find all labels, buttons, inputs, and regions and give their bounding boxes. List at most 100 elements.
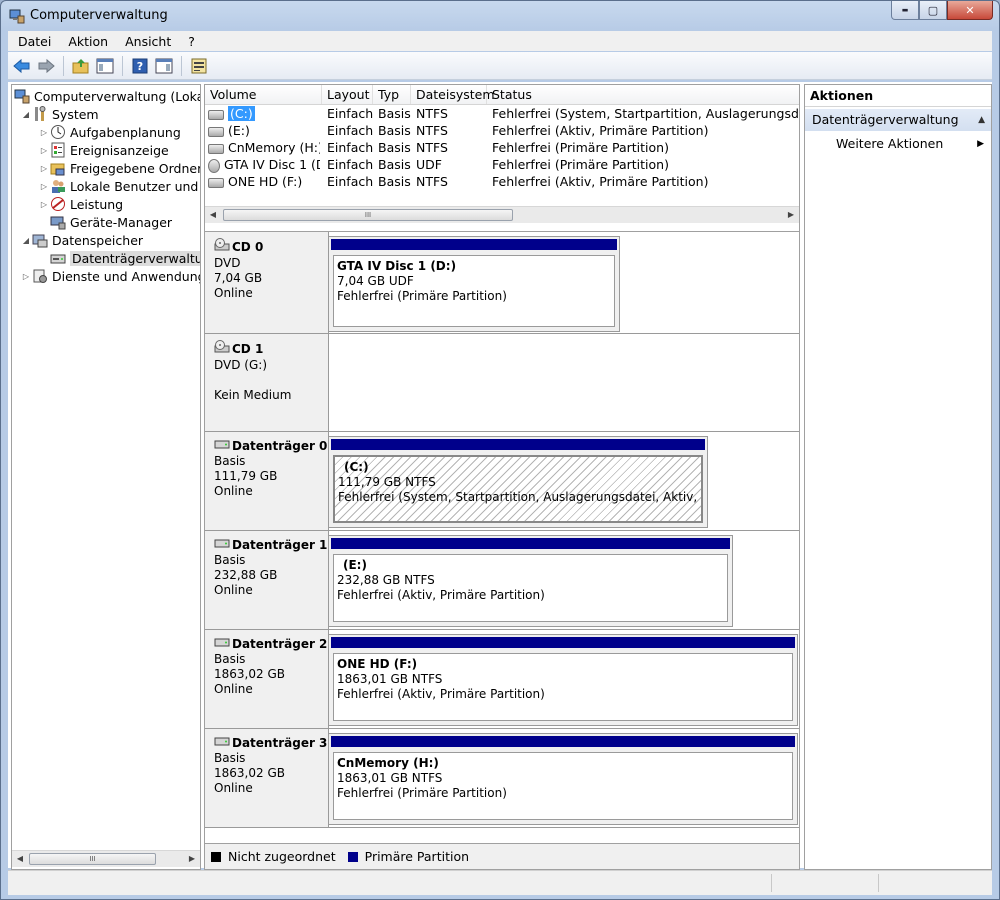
properties-button[interactable] (189, 56, 209, 76)
column-header-dateisystem[interactable]: Dateisystem (411, 85, 495, 104)
tree-item-computerverwaltung[interactable]: Computerverwaltung (Lokal) (14, 87, 200, 105)
disk-graphical-view: CD 0 DVD 7,04 GB Online GTA IV Disc 1 (D… (205, 231, 799, 844)
disk-row-disk0[interactable]: Datenträger 0 Basis 111,79 GB Online (C:… (205, 432, 799, 531)
collapsed-arrow-icon[interactable]: ▷ (20, 272, 32, 281)
tree-item-dienste[interactable]: ▷ Dienste und Anwendungen (20, 267, 200, 285)
forward-button[interactable] (36, 56, 56, 76)
show-hide-tree-button[interactable] (95, 56, 115, 76)
table-row[interactable]: GTA IV Disc 1 (D:) Einfach Basis UDF Feh… (205, 156, 799, 173)
disk-row-cd1[interactable]: CD 1 DVD (G:) Kein Medium (205, 334, 799, 432)
column-header-status[interactable]: Status (487, 85, 799, 104)
expanded-arrow-icon[interactable]: ◢ (20, 236, 32, 245)
partition-e[interactable]: (E:) 232,88 GB NTFS Fehlerfrei (Aktiv, P… (328, 535, 733, 627)
partition-details[interactable]: (E:) 232,88 GB NTFS Fehlerfrei (Aktiv, P… (333, 554, 728, 622)
tree-item-leistung[interactable]: ▷ Leistung (38, 195, 123, 213)
volume-layout: Einfach (327, 174, 374, 189)
tree-item-datenspeicher[interactable]: ◢ Datenspeicher (20, 231, 143, 249)
tree-item-system[interactable]: ◢ System (20, 105, 99, 123)
title-bar[interactable]: Computerverwaltung ▬ ▢ ✕ (1, 1, 999, 31)
tree-item-aufgabenplanung[interactable]: ▷ Aufgabenplanung (38, 123, 181, 141)
disk-info[interactable]: Datenträger 2 Basis 1863,02 GB Online (205, 630, 329, 728)
partition-details[interactable]: GTA IV Disc 1 (D:) 7,04 GB UDF Fehlerfre… (333, 255, 615, 327)
collapsed-arrow-icon[interactable]: ▷ (38, 128, 50, 137)
collapsed-arrow-icon[interactable]: ▷ (38, 182, 50, 191)
disk-type: Basis (214, 454, 246, 468)
disk-row-cd0[interactable]: CD 0 DVD 7,04 GB Online GTA IV Disc 1 (D… (205, 232, 799, 334)
table-row[interactable]: ONE HD (F:) Einfach Basis NTFS Fehlerfre… (205, 173, 799, 190)
column-header-typ[interactable]: Typ (373, 85, 411, 104)
maximize-button[interactable]: ▢ (919, 1, 947, 20)
disk-size: 1863,02 GB (214, 766, 285, 780)
collapsed-arrow-icon[interactable]: ▷ (38, 146, 50, 155)
disk-info[interactable]: Datenträger 1 Basis 232,88 GB Online (205, 531, 329, 629)
menu-datei[interactable]: Datei (8, 34, 58, 49)
table-row[interactable]: (C:) Einfach Basis NTFS Fehlerfrei (Syst… (205, 105, 799, 122)
window-title: Computerverwaltung (30, 8, 168, 23)
tree-item-freigegebene-ordner[interactable]: ▷ Freigegebene Ordner (38, 159, 200, 177)
back-button[interactable] (12, 56, 32, 76)
minimize-button[interactable]: ▬ (891, 1, 919, 20)
tree-item-label: Leistung (70, 196, 124, 212)
collapsed-arrow-icon[interactable]: ▷ (38, 200, 50, 209)
menu-aktion[interactable]: Aktion (58, 34, 115, 49)
tree-item-lokale-benutzer[interactable]: ▷ Lokale Benutzer und Gru (38, 177, 200, 195)
tree-item-label: Lokale Benutzer und Gru (70, 178, 200, 194)
tree-horizontal-scrollbar[interactable]: ◀ III ▶ (12, 850, 200, 867)
action-weitere-aktionen[interactable]: Weitere Aktionen ▶ (805, 133, 991, 155)
help-button[interactable]: ? (130, 56, 150, 76)
scroll-left-icon[interactable]: ◀ (13, 853, 27, 865)
tree-item-datentraegerverwaltung[interactable]: Datenträgerverwaltung (38, 249, 200, 267)
partition-details[interactable]: ONE HD (F:) 1863,01 GB NTFS Fehlerfrei (… (333, 653, 793, 721)
primary-partition-bar (331, 439, 705, 450)
scroll-thumb[interactable]: III (29, 853, 156, 865)
disk-size: 7,04 GB (214, 271, 263, 285)
close-button[interactable]: ✕ (947, 1, 993, 20)
action-group-datentraegerverwaltung[interactable]: Datenträgerverwaltung ▲ (805, 109, 991, 131)
volume-list-horizontal-scrollbar[interactable]: ◀ III ▶ (205, 206, 799, 223)
volume-icon (208, 158, 220, 173)
volume-status: Fehlerfrei (Aktiv, Primäre Partition) (492, 174, 709, 189)
action-group-label: Datenträgerverwaltung (812, 112, 959, 127)
disk-info[interactable]: Datenträger 3 Basis 1863,02 GB Online (205, 729, 329, 827)
tree-item-geraete-manager[interactable]: Geräte-Manager (38, 213, 172, 231)
disk-info[interactable]: CD 1 DVD (G:) Kein Medium (205, 334, 329, 431)
collapse-up-icon[interactable]: ▲ (978, 109, 985, 131)
disk-info[interactable]: Datenträger 0 Basis 111,79 GB Online (205, 432, 329, 530)
disk-row-disk2[interactable]: Datenträger 2 Basis 1863,02 GB Online ON… (205, 630, 799, 729)
partition-name: CnMemory (H:) (337, 756, 439, 770)
disk-name: Datenträger 1 (232, 537, 328, 552)
disk-row-disk1[interactable]: Datenträger 1 Basis 232,88 GB Online (E:… (205, 531, 799, 630)
expanded-arrow-icon[interactable]: ◢ (20, 110, 32, 119)
table-row[interactable]: CnMemory (H:) Einfach Basis NTFS Fehlerf… (205, 139, 799, 156)
disk-row-disk3[interactable]: Datenträger 3 Basis 1863,02 GB Online Cn… (205, 729, 799, 828)
scroll-thumb[interactable]: III (223, 209, 513, 221)
column-header-layout[interactable]: Layout (322, 85, 373, 104)
legend-label-primary: Primäre Partition (364, 849, 470, 864)
table-row[interactable]: (E:) Einfach Basis NTFS Fehlerfrei (Akti… (205, 122, 799, 139)
tree-item-ereignisanzeige[interactable]: ▷ Ereignisanzeige (38, 141, 169, 159)
column-header-volume[interactable]: Volume (205, 85, 322, 104)
menu-help[interactable]: ? (178, 34, 202, 49)
partition-details[interactable]: CnMemory (H:) 1863,01 GB NTFS Fehlerfrei… (333, 752, 793, 820)
scroll-right-icon[interactable]: ▶ (784, 209, 798, 221)
disk-info[interactable]: CD 0 DVD 7,04 GB Online (205, 232, 329, 333)
partition-d[interactable]: GTA IV Disc 1 (D:) 7,04 GB UDF Fehlerfre… (328, 236, 620, 332)
close-icon: ✕ (965, 3, 975, 17)
volume-icon (208, 126, 224, 137)
partition-f[interactable]: ONE HD (F:) 1863,01 GB NTFS Fehlerfrei (… (328, 634, 798, 726)
scroll-right-icon[interactable]: ▶ (185, 853, 199, 865)
menu-ansicht[interactable]: Ansicht (115, 34, 178, 49)
partition-details[interactable]: (C:) 111,79 GB NTFS Fehlerfrei (System, … (333, 455, 703, 523)
show-hide-action-pane-button[interactable] (154, 56, 174, 76)
legend-swatch-primary (347, 851, 358, 862)
partition-h[interactable]: CnMemory (H:) 1863,01 GB NTFS Fehlerfrei… (328, 733, 798, 825)
computer-management-icon (14, 88, 30, 104)
disk-size: 232,88 GB (214, 568, 278, 582)
collapsed-arrow-icon[interactable]: ▷ (38, 164, 50, 173)
partition-c[interactable]: (C:) 111,79 GB NTFS Fehlerfrei (System, … (328, 436, 708, 528)
disk-management-pane: Volume Layout Typ Dateisystem Status (C:… (204, 84, 800, 870)
scroll-left-icon[interactable]: ◀ (206, 209, 220, 221)
disk-name: CD 0 (232, 239, 264, 254)
up-folder-button[interactable] (71, 56, 91, 76)
volume-name: GTA IV Disc 1 (D:) (224, 157, 320, 172)
